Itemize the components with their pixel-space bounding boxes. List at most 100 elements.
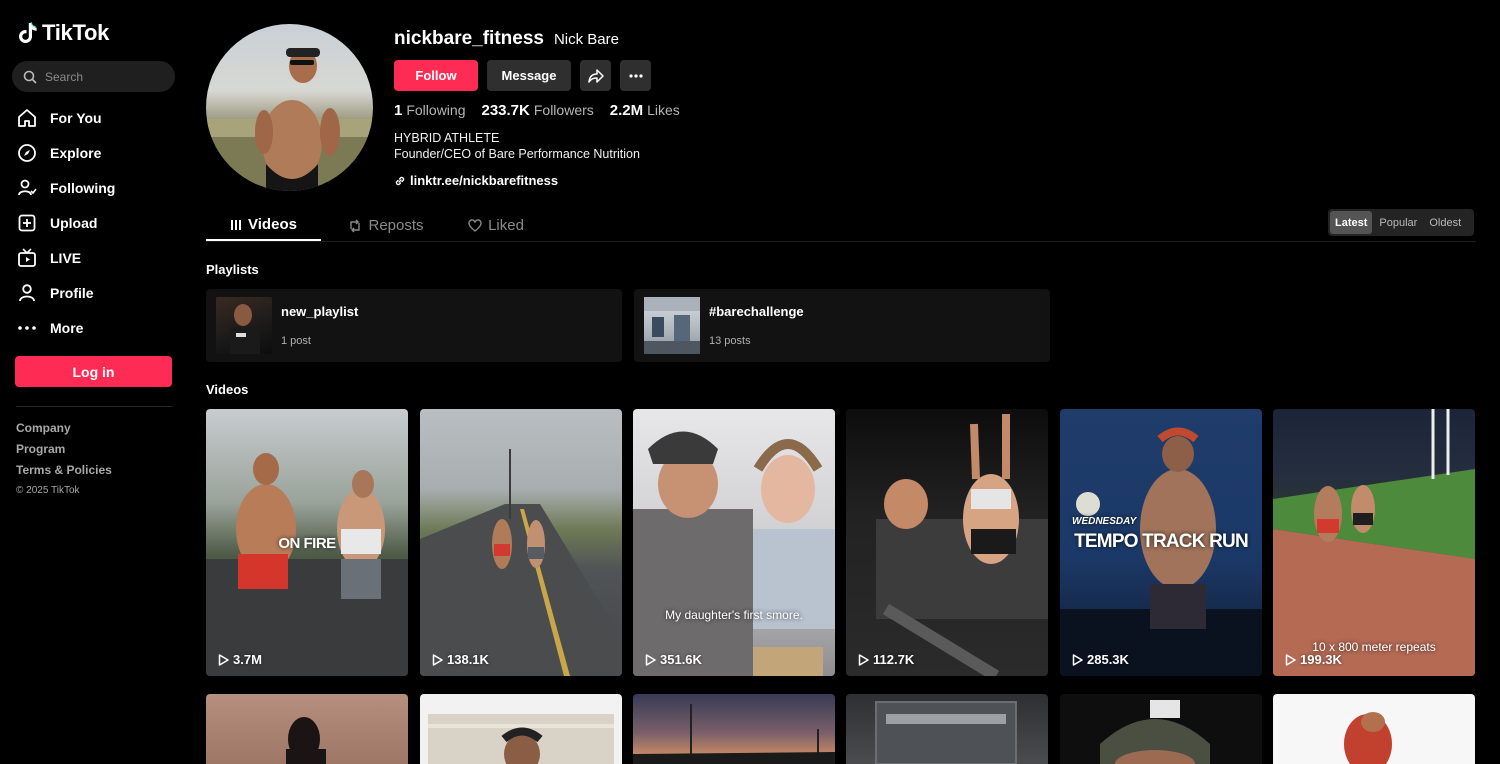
sort-option-latest[interactable]: Latest <box>1330 211 1373 234</box>
link-icon <box>395 176 405 185</box>
video-card[interactable]: My daughter's first smore. 351.6K <box>633 409 835 676</box>
footer-links: Company Program Terms & Policies © 2025 … <box>16 421 112 496</box>
stat-value: 2.2M <box>609 102 644 119</box>
playlist-thumbnail <box>644 297 700 354</box>
view-count: 351.6K <box>645 652 702 667</box>
tab-label: Reposts <box>368 217 424 234</box>
playlist-name: #barechallenge <box>709 304 804 319</box>
video-card[interactable]: 10 x 800 meter repeats 199.3K <box>1273 409 1475 676</box>
footer-link-program[interactable]: Program <box>16 442 112 463</box>
stat-followers[interactable]: 233.7K Followers <box>481 102 593 119</box>
tab-liked[interactable]: Liked <box>456 210 536 241</box>
profile-name-row: nickbare_fitness Nick Bare <box>394 28 619 50</box>
stat-label: Followers <box>533 102 594 118</box>
logo-text: TikTok <box>42 20 110 45</box>
message-button[interactable]: Message <box>487 60 571 91</box>
copyright: © 2025 TikTok <box>16 485 80 496</box>
compass-icon <box>16 142 38 164</box>
follow-button[interactable]: Follow <box>394 60 478 91</box>
heart-lock-icon <box>468 218 482 232</box>
sidebar-item-profile[interactable]: Profile <box>16 275 176 310</box>
search-icon <box>23 70 37 84</box>
video-caption: ON FIRE <box>278 535 336 552</box>
sidebar: TikTok For You Explore Following Upload … <box>0 0 190 756</box>
more-options-button[interactable] <box>620 60 651 91</box>
play-icon <box>218 653 229 666</box>
tiktok-logo[interactable]: TikTok <box>18 20 109 46</box>
video-card[interactable] <box>206 694 408 764</box>
sidebar-item-following[interactable]: Following <box>16 170 176 205</box>
tab-reposts[interactable]: Reposts <box>336 210 436 241</box>
playlist-count: 1 post <box>281 335 311 347</box>
stat-label: Following <box>406 102 466 118</box>
sort-option-popular[interactable]: Popular <box>1374 211 1422 234</box>
tab-videos[interactable]: Videos <box>206 210 321 241</box>
search-input[interactable] <box>45 69 165 84</box>
view-count-text: 3.7M <box>233 652 262 667</box>
profile-link[interactable]: linktr.ee/nickbarefitness <box>394 173 558 188</box>
playlist-card[interactable]: new_playlist 1 post <box>206 289 622 362</box>
more-icon <box>16 317 38 339</box>
video-card[interactable]: WEDNESDAY TEMPO TRACK RUN 285.3K <box>1060 409 1262 676</box>
share-button[interactable] <box>580 60 611 91</box>
view-count: 3.7M <box>218 652 262 667</box>
stat-likes: 2.2M Likes <box>610 102 680 119</box>
share-icon <box>587 68 604 83</box>
videos-title: Videos <box>206 382 249 397</box>
profile-icon <box>16 282 38 304</box>
view-count: 138.1K <box>432 652 489 667</box>
sort-option-oldest[interactable]: Oldest <box>1424 211 1466 234</box>
sidebar-item-live[interactable]: LIVE <box>16 240 176 275</box>
playlist-count: 13 posts <box>709 335 751 347</box>
footer-link-company[interactable]: Company <box>16 421 112 442</box>
link-text: linktr.ee/nickbarefitness <box>410 173 559 188</box>
footer-link-terms[interactable]: Terms & Policies <box>16 463 112 484</box>
playlists-title: Playlists <box>206 262 259 277</box>
sidebar-item-more[interactable]: More <box>16 310 176 345</box>
play-icon <box>645 653 656 666</box>
tab-label: Videos <box>248 216 297 233</box>
sidebar-nav: For You Explore Following Upload LIVE Pr… <box>16 100 176 345</box>
video-card[interactable]: 138.1K <box>420 409 622 676</box>
sidebar-item-label: LIVE <box>50 249 82 266</box>
stat-following[interactable]: 1 Following <box>394 102 465 119</box>
playlist-card[interactable]: #barechallenge 13 posts <box>634 289 1050 362</box>
view-count-text: 138.1K <box>447 652 489 667</box>
home-icon <box>16 107 38 129</box>
video-caption: TEMPO TRACK RUN <box>1074 531 1249 552</box>
video-card[interactable] <box>846 694 1048 764</box>
video-card[interactable] <box>1060 694 1262 764</box>
profile-actions: Follow Message <box>394 60 651 91</box>
profile-bio: HYBRID ATHLETE Founder/CEO of Bare Perfo… <box>394 130 640 162</box>
video-caption: My daughter's first smore. <box>665 608 803 622</box>
video-card[interactable] <box>633 694 835 764</box>
login-button[interactable]: Log in <box>15 356 172 387</box>
video-card[interactable] <box>1273 694 1475 764</box>
username: nickbare_fitness <box>394 28 544 49</box>
video-card[interactable] <box>420 694 622 764</box>
sidebar-divider <box>16 406 172 407</box>
following-icon <box>16 177 38 199</box>
video-card[interactable]: 112.7K <box>846 409 1048 676</box>
view-count-text: 112.7K <box>873 652 915 667</box>
grid-icon <box>231 219 242 230</box>
sidebar-item-label: For You <box>50 109 102 126</box>
repost-icon <box>350 219 361 232</box>
sort-toggle: Latest Popular Oldest <box>1328 209 1474 236</box>
sidebar-item-for-you[interactable]: For You <box>16 100 176 135</box>
search-box[interactable] <box>12 61 175 92</box>
stat-value: 233.7K <box>481 102 530 119</box>
play-icon <box>432 653 443 666</box>
sidebar-item-explore[interactable]: Explore <box>16 135 176 170</box>
sidebar-item-upload[interactable]: Upload <box>16 205 176 240</box>
live-icon <box>16 247 38 269</box>
sidebar-item-label: Upload <box>50 214 98 231</box>
video-card[interactable]: ON FIRE 3.7M <box>206 409 408 676</box>
playlist-name: new_playlist <box>281 304 359 319</box>
stat-label: Likes <box>647 102 680 118</box>
avatar <box>206 24 373 191</box>
video-caption-small: WEDNESDAY <box>1072 516 1137 527</box>
playlist-thumbnail <box>216 297 272 354</box>
view-count: 285.3K <box>1072 652 1129 667</box>
sidebar-item-label: Following <box>50 179 116 196</box>
